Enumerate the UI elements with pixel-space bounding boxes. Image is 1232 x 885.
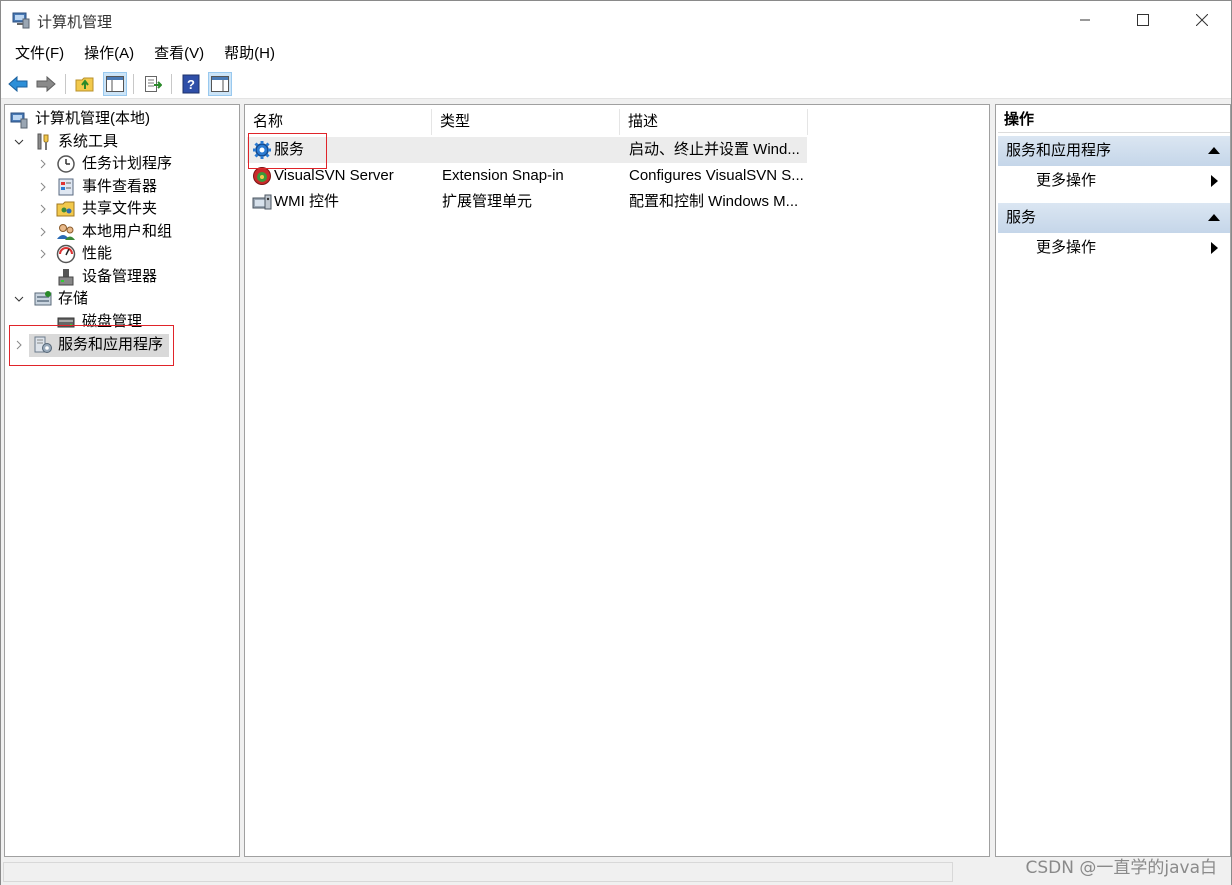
collapse-up-icon[interactable]	[1208, 214, 1220, 221]
tree-item-task-scheduler[interactable]: 任务计划程序	[82, 153, 172, 175]
action-section-title: 服务和应用程序	[1006, 142, 1112, 159]
svg-text:?: ?	[187, 77, 195, 92]
tree-item-shared-folders[interactable]: 共享文件夹	[82, 198, 157, 220]
back-icon	[8, 75, 28, 93]
help-button[interactable]: ?	[179, 72, 203, 96]
up-one-level-button[interactable]	[73, 72, 97, 96]
action-section-services-applications[interactable]: 服务和应用程序	[998, 136, 1230, 166]
submenu-arrow-icon	[1211, 242, 1218, 254]
cell-name: WMI 控件	[274, 193, 339, 210]
column-header-type[interactable]: 类型	[432, 109, 620, 135]
chevron-down-icon[interactable]	[13, 288, 25, 310]
chevron-right-icon[interactable]	[37, 243, 49, 265]
menu-help[interactable]: 帮助(H)	[214, 39, 285, 69]
performance-icon	[56, 244, 76, 264]
menu-view[interactable]: 查看(V)	[144, 39, 214, 69]
visualsvn-icon	[253, 167, 271, 185]
show-hide-action-pane-button[interactable]	[208, 72, 232, 96]
result-list: 名称 类型 描述 服务 启动、终止并设置 Wind... VisualSVN S…	[244, 104, 990, 857]
tree-item-performance[interactable]: 性能	[82, 243, 112, 265]
chevron-right-icon[interactable]	[37, 221, 49, 243]
menu-bar: 文件(F) 操作(A) 查看(V) 帮助(H)	[1, 39, 1231, 69]
highlight-box-services-applications	[9, 325, 174, 366]
cell-description: 配置和控制 Windows M...	[629, 193, 799, 210]
help-icon: ?	[182, 74, 200, 94]
wmi-control-icon	[252, 194, 272, 210]
action-item-label: 更多操作	[1036, 239, 1097, 256]
list-row-visualsvn[interactable]: VisualSVN Server Extension Snap-in Confi…	[247, 163, 807, 189]
cell-description: 启动、终止并设置 Wind...	[629, 141, 800, 158]
action-more-actions[interactable]: 更多操作	[998, 233, 1230, 263]
cell-type: 扩展管理单元	[442, 193, 533, 210]
maximize-button[interactable]	[1114, 1, 1172, 39]
tree-item-root[interactable]: 计算机管理(本地)	[35, 108, 150, 130]
chevron-right-icon[interactable]	[37, 153, 49, 175]
action-section-services[interactable]: 服务	[998, 203, 1230, 233]
close-button[interactable]	[1173, 1, 1231, 39]
forward-icon	[36, 75, 56, 93]
window-title: 计算机管理	[37, 14, 113, 31]
cell-type	[442, 137, 622, 163]
computer-management-icon	[12, 12, 30, 29]
minimize-icon	[1080, 19, 1090, 21]
export-list-icon	[145, 76, 162, 92]
title-bar: 计算机管理	[1, 1, 1231, 39]
up-folder-icon	[75, 77, 94, 92]
highlight-box-services	[248, 133, 327, 169]
toolbar-separator	[171, 74, 172, 94]
tree-item-storage[interactable]: 存储	[58, 288, 88, 310]
chevron-down-icon[interactable]	[13, 131, 25, 153]
computer-management-window: 计算机管理 文件(F) 操作(A) 查看(V) 帮助(H) ? 计算机管理(本地…	[0, 0, 1232, 885]
close-icon	[1196, 14, 1208, 26]
tree-item-local-users-groups[interactable]: 本地用户和组	[82, 221, 172, 243]
list-row-services[interactable]: 服务 启动、终止并设置 Wind...	[247, 137, 807, 163]
computer-management-icon	[10, 112, 28, 129]
tree-item-device-manager[interactable]: 设备管理器	[82, 266, 157, 288]
storage-icon	[34, 291, 52, 306]
shared-folders-icon	[56, 201, 75, 217]
tree-item-event-viewer[interactable]: 事件查看器	[82, 176, 157, 198]
maximize-icon	[1137, 14, 1149, 26]
back-button[interactable]	[6, 72, 30, 96]
list-row-wmi-control[interactable]: WMI 控件 扩展管理单元 配置和控制 Windows M...	[247, 189, 807, 215]
tree-item-system-tools[interactable]: 系统工具	[58, 131, 118, 153]
action-section-title: 服务	[1006, 209, 1037, 226]
toolbar: ?	[1, 69, 1231, 99]
show-hide-console-tree-button[interactable]	[103, 72, 127, 96]
column-header-description[interactable]: 描述	[620, 109, 808, 135]
status-segment	[3, 862, 953, 882]
forward-button[interactable]	[34, 72, 58, 96]
action-pane: 操作 服务和应用程序 更多操作 服务 更多操作	[995, 104, 1231, 857]
collapse-up-icon[interactable]	[1208, 147, 1220, 154]
minimize-button[interactable]	[1056, 1, 1114, 39]
toolbar-separator	[133, 74, 134, 94]
cell-type: Extension Snap-in	[442, 167, 564, 184]
cell-description: Configures VisualSVN S...	[629, 167, 804, 184]
action-more-actions[interactable]: 更多操作	[998, 166, 1230, 196]
console-tree: 计算机管理(本地) 系统工具 任务计划程序 事件查看器 共享文件夹 本地用户和组	[4, 104, 240, 857]
task-scheduler-icon	[57, 155, 75, 173]
system-tools-icon	[37, 133, 49, 150]
action-item-label: 更多操作	[1036, 172, 1097, 189]
show-hide-tree-icon	[106, 76, 124, 92]
export-list-button[interactable]	[141, 72, 165, 96]
watermark-text: CSDN @一直学的java白	[1025, 858, 1218, 878]
column-header-name[interactable]: 名称	[245, 109, 432, 135]
event-viewer-icon	[58, 178, 74, 196]
toolbar-separator	[65, 74, 66, 94]
chevron-right-icon[interactable]	[37, 198, 49, 220]
device-manager-icon	[58, 269, 74, 286]
chevron-right-icon[interactable]	[37, 176, 49, 198]
actions-header: 操作	[998, 107, 1230, 133]
local-users-groups-icon	[57, 224, 75, 240]
submenu-arrow-icon	[1211, 175, 1218, 187]
show-hide-action-pane-icon	[211, 76, 229, 92]
menu-file[interactable]: 文件(F)	[5, 39, 74, 69]
menu-action[interactable]: 操作(A)	[74, 39, 144, 69]
